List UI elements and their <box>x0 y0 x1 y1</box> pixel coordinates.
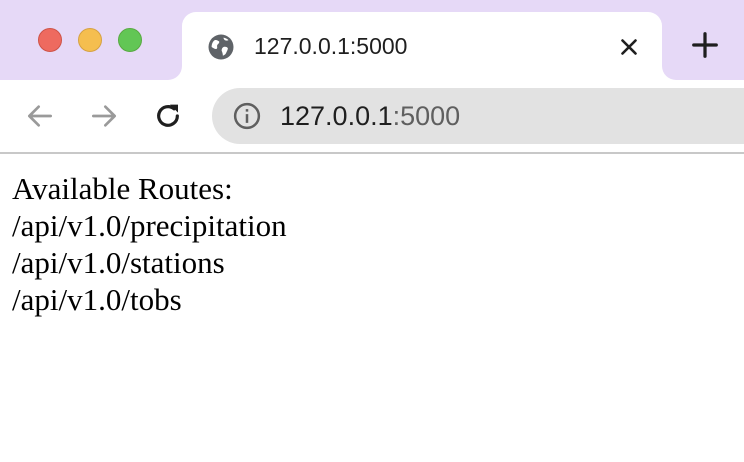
arrow-right-icon[interactable] <box>88 100 120 132</box>
page-heading: Available Routes: <box>12 171 233 206</box>
window-maximize-button[interactable] <box>118 28 142 52</box>
window-close-button[interactable] <box>38 28 62 52</box>
toolbar: 127.0.0.1:5000 <box>0 80 744 154</box>
reload-icon[interactable] <box>152 100 184 132</box>
arrow-left-icon[interactable] <box>24 100 56 132</box>
plus-icon[interactable] <box>690 30 720 60</box>
route-item: /api/v1.0/precipitation <box>12 208 287 243</box>
browser-window: 127.0.0.1:5000 127.0.0.1:5000 Available … <box>0 0 744 462</box>
route-item: /api/v1.0/stations <box>12 245 225 280</box>
window-minimize-button[interactable] <box>78 28 102 52</box>
route-item: /api/v1.0/tobs <box>12 282 182 317</box>
url-host: 127.0.0.1 <box>280 101 393 131</box>
address-bar[interactable]: 127.0.0.1:5000 <box>212 88 744 144</box>
globe-icon <box>208 34 234 60</box>
close-icon[interactable] <box>616 34 642 60</box>
tab-title: 127.0.0.1:5000 <box>254 33 408 59</box>
tab-strip: 127.0.0.1:5000 <box>0 0 744 80</box>
url-port: :5000 <box>392 101 461 131</box>
page-content: Available Routes: /api/v1.0/precipitatio… <box>12 170 287 318</box>
url-text: 127.0.0.1:5000 <box>280 101 460 131</box>
active-tab[interactable]: 127.0.0.1:5000 <box>182 12 662 80</box>
info-icon[interactable] <box>232 101 262 131</box>
